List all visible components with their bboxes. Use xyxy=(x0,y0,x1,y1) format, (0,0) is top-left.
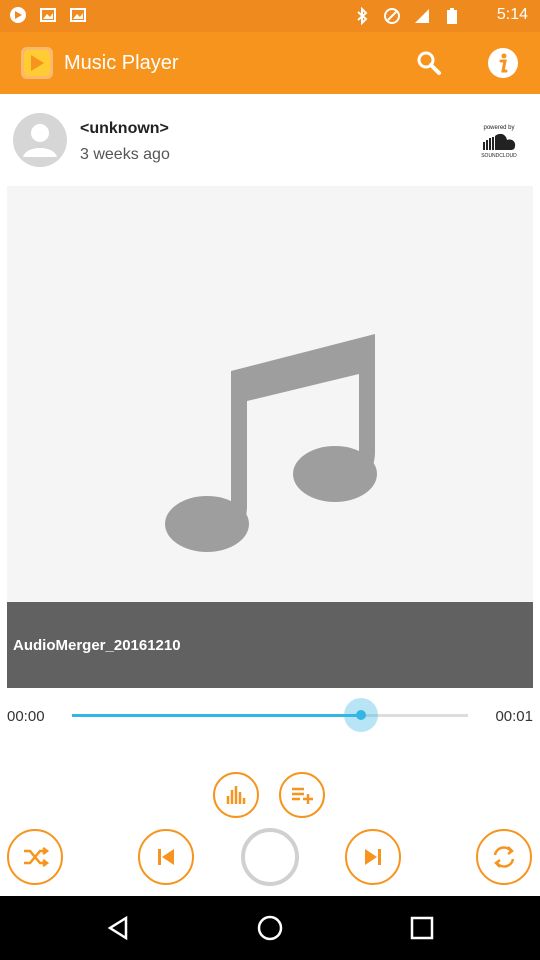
battery-icon xyxy=(442,6,462,26)
status-time: 5:14 xyxy=(496,6,528,23)
system-nav-bar xyxy=(0,896,540,960)
elapsed-time: 00:00 xyxy=(7,708,45,725)
total-time: 00:01 xyxy=(495,708,533,725)
info-icon xyxy=(488,48,518,78)
previous-button[interactable] xyxy=(138,829,194,885)
seek-bar-progress xyxy=(72,714,362,717)
recents-icon xyxy=(410,916,434,940)
notification-app-icon xyxy=(8,5,28,25)
app-title: Music Player xyxy=(64,52,179,74)
svg-text:SOUNDCLOUD: SOUNDCLOUD xyxy=(481,153,517,159)
cell-signal-icon xyxy=(412,6,432,26)
soundcloud-logo[interactable]: powered by SOUNDCLOUD xyxy=(476,122,522,162)
status-bar: 5:14 xyxy=(0,0,540,32)
loading-spinner xyxy=(241,828,299,886)
next-button[interactable] xyxy=(345,829,401,885)
album-art xyxy=(7,186,533,602)
recents-button[interactable] xyxy=(404,912,440,944)
seek-bar[interactable] xyxy=(72,698,468,732)
svg-text:powered by: powered by xyxy=(483,125,514,131)
home-icon xyxy=(257,915,283,941)
previous-icon xyxy=(158,849,174,865)
search-button[interactable] xyxy=(412,46,446,80)
artist-name: <unknown> xyxy=(80,120,169,137)
track-title-bar: AudioMerger_20161210 xyxy=(7,602,533,688)
info-button[interactable] xyxy=(486,46,520,80)
image-notification-icon xyxy=(38,5,58,25)
track-header: <unknown> 3 weeks ago powered by SOUNDCL… xyxy=(0,94,540,186)
seek-bar-thumb[interactable] xyxy=(344,698,379,732)
repeat-icon xyxy=(493,846,515,868)
search-icon xyxy=(417,51,441,75)
signal-off-icon xyxy=(382,6,402,26)
play-pause-loading[interactable] xyxy=(240,826,300,888)
music-note-icon xyxy=(165,334,377,552)
shuffle-button[interactable] xyxy=(7,829,63,885)
bluetooth-icon xyxy=(352,6,372,26)
back-button[interactable] xyxy=(100,912,136,944)
equalizer-icon xyxy=(226,786,246,804)
track-title: AudioMerger_20161210 xyxy=(13,637,181,654)
posted-time: 3 weeks ago xyxy=(80,146,170,163)
add-to-playlist-button[interactable] xyxy=(279,772,325,818)
next-icon xyxy=(365,849,381,865)
app-logo-icon xyxy=(20,46,54,80)
avatar-icon xyxy=(12,112,68,168)
back-icon xyxy=(107,915,128,941)
home-button[interactable] xyxy=(252,912,288,944)
add-to-playlist-icon xyxy=(292,787,313,804)
image-notification-icon xyxy=(68,5,88,25)
app-bar: Music Player xyxy=(0,32,540,94)
repeat-button[interactable] xyxy=(476,829,532,885)
shuffle-icon xyxy=(24,847,50,867)
equalizer-button[interactable] xyxy=(213,772,259,818)
